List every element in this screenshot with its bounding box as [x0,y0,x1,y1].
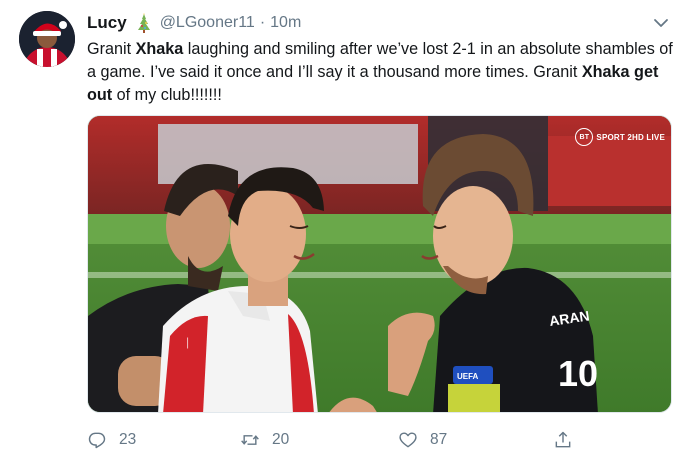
avatar[interactable] [19,11,75,67]
broadcaster-label: SPORT 2HD LIVE [596,132,665,142]
reply-button[interactable]: 23 [87,430,136,450]
retweet-button[interactable]: 20 [240,430,289,450]
retweet-count: 20 [272,431,290,448]
like-count: 87 [430,431,448,448]
tweet-card[interactable]: Lucy @LGooner11 · 10m Granit Xhaka laugh… [0,0,690,470]
shirt-number-text: 10 [558,353,598,394]
chevron-down-icon[interactable] [652,14,670,32]
tweet-text-highlight: Xhaka [135,40,184,58]
tweet-text: Granit Xhaka laughing and smiling after … [87,38,677,107]
separator-dot: · [259,14,266,31]
svg-text:|: | [186,335,189,349]
tweet-text-segment: Granit [87,40,136,58]
reply-icon [88,432,106,449]
christmas-tree-badge-icon [134,13,154,33]
reply-count: 23 [119,431,137,448]
user-handle[interactable]: @LGooner11 [160,14,255,32]
broadcaster-logo: BT SPORT 2HD LIVE [575,126,665,148]
tweet-actions: 23 20 87 [87,430,587,456]
heart-icon [399,432,417,448]
avatar-image [19,11,75,67]
share-button[interactable] [553,430,573,450]
tweet-timestamp[interactable]: 10m [270,14,301,32]
retweet-icon [241,435,259,445]
tweet-photo[interactable]: | ARAN 10 UEFA BT SPORT 2HD LIVE [87,115,672,413]
photo-image: | ARAN 10 UEFA [88,116,671,412]
share-icon [555,431,571,448]
bt-logo-icon: BT [575,128,594,146]
like-button[interactable]: 87 [398,430,447,450]
sleeve-badge-text: UEFA [457,372,479,381]
user-name[interactable]: Lucy [87,13,127,33]
tweet-text-segment: of my club!!!!!!! [112,86,222,104]
tweet-header: Lucy @LGooner11 · 10m [87,12,301,34]
